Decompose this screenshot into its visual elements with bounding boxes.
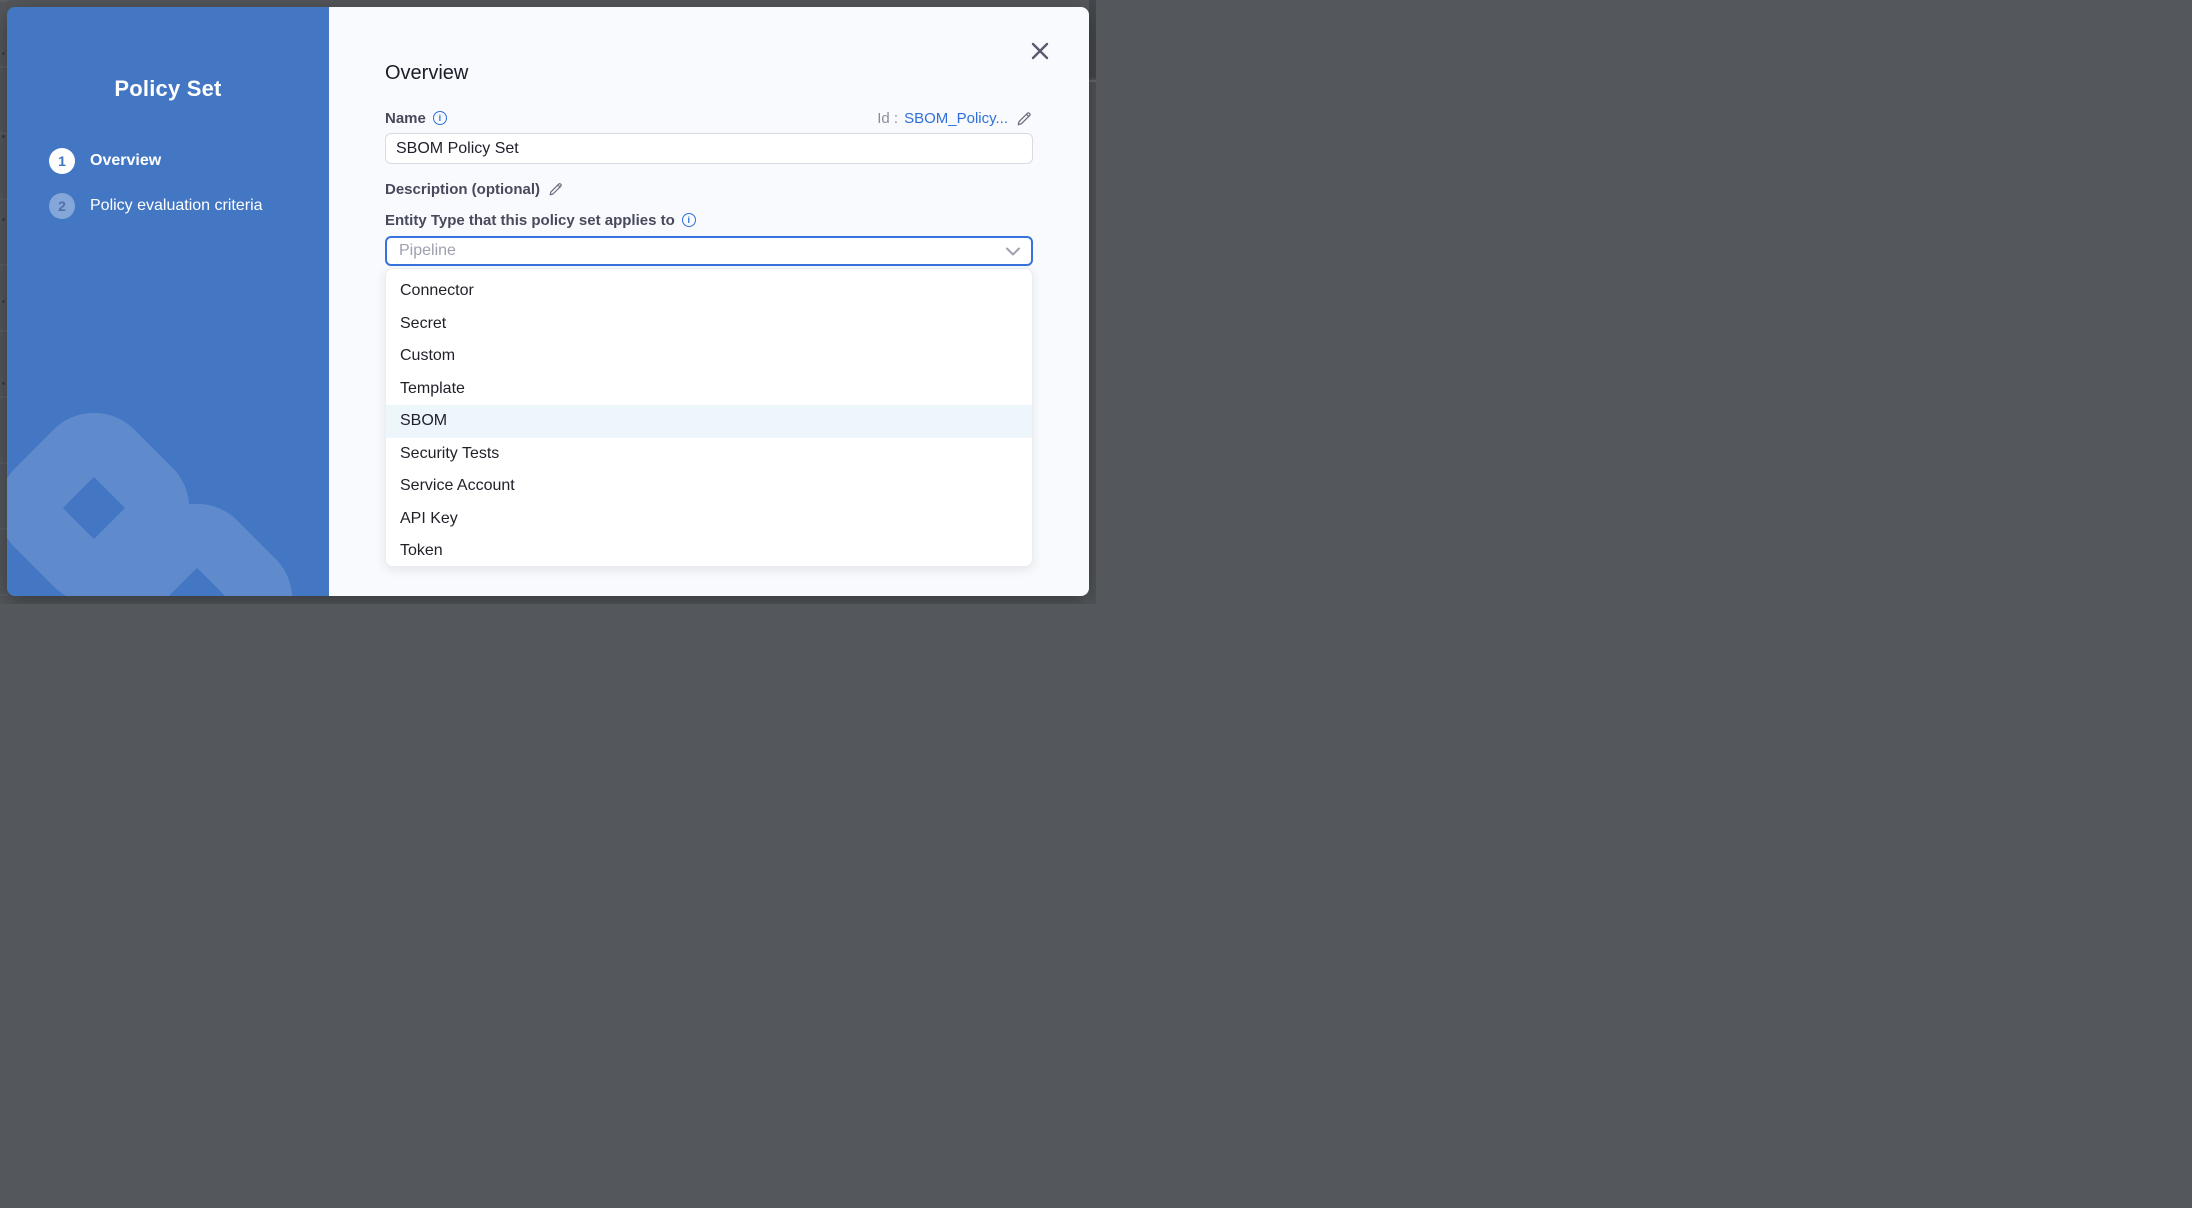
step-overview[interactable]: 1 Overview	[49, 148, 329, 174]
id-value-link[interactable]: SBOM_Policy...	[904, 110, 1008, 127]
name-input[interactable]	[385, 133, 1033, 164]
policy-set-modal: Policy Set 1 Overview 2 Policy evaluatio…	[7, 7, 1089, 596]
dropdown-item-connector[interactable]: Connector	[386, 275, 1032, 308]
description-label: Description (optional)	[385, 181, 540, 198]
dropdown-item-feature-flag-clipped[interactable]: Feature Flag	[386, 268, 1032, 275]
chevron-down-icon	[1005, 247, 1021, 256]
dropdown-item-custom[interactable]: Custom	[386, 340, 1032, 373]
step-2-circle: 2	[49, 193, 75, 219]
close-icon[interactable]	[1028, 39, 1052, 63]
edit-description-pencil-icon[interactable]	[548, 181, 564, 197]
background-page-left-edge	[0, 0, 7, 604]
dropdown-item-secret[interactable]: Secret	[386, 308, 1032, 341]
dropdown-item-api-key[interactable]: API Key	[386, 503, 1032, 536]
step-1-circle: 1	[49, 148, 75, 174]
page-title: Overview	[385, 61, 1033, 86]
overview-step-content: Overview Name i Id : SBOM_Policy...	[329, 7, 1089, 596]
step-2-label: Policy evaluation criteria	[90, 197, 263, 215]
id-prefix: Id :	[877, 110, 898, 127]
entity-type-dropdown: Feature Flag ConnectorSecretCustomTempla…	[385, 268, 1033, 567]
edit-id-pencil-icon[interactable]	[1016, 110, 1033, 127]
dropdown-item-service-account[interactable]: Service Account	[386, 470, 1032, 503]
step-policy-evaluation-criteria[interactable]: 2 Policy evaluation criteria	[49, 193, 329, 219]
name-label: Name i	[385, 110, 447, 127]
dropdown-item-token[interactable]: Token	[386, 535, 1032, 567]
info-icon[interactable]: i	[682, 213, 696, 227]
wizard-sidebar: Policy Set 1 Overview 2 Policy evaluatio…	[7, 7, 329, 596]
info-icon[interactable]: i	[433, 111, 447, 125]
screen: Policy Set 1 Overview 2 Policy evaluatio…	[0, 0, 1096, 604]
wizard-steps: 1 Overview 2 Policy evaluation criteria	[49, 148, 329, 219]
entity-type-label: Entity Type that this policy set applies…	[385, 212, 696, 229]
entity-type-placeholder: Pipeline	[399, 242, 456, 260]
dropdown-item-sbom[interactable]: SBOM	[386, 405, 1032, 438]
background-page-right-edge	[1089, 0, 1096, 604]
dropdown-item-template[interactable]: Template	[386, 373, 1032, 406]
step-1-label: Overview	[90, 152, 161, 170]
entity-type-select[interactable]: Pipeline	[385, 236, 1033, 266]
wizard-title: Policy Set	[7, 76, 329, 102]
dropdown-item-security-tests[interactable]: Security Tests	[386, 438, 1032, 471]
